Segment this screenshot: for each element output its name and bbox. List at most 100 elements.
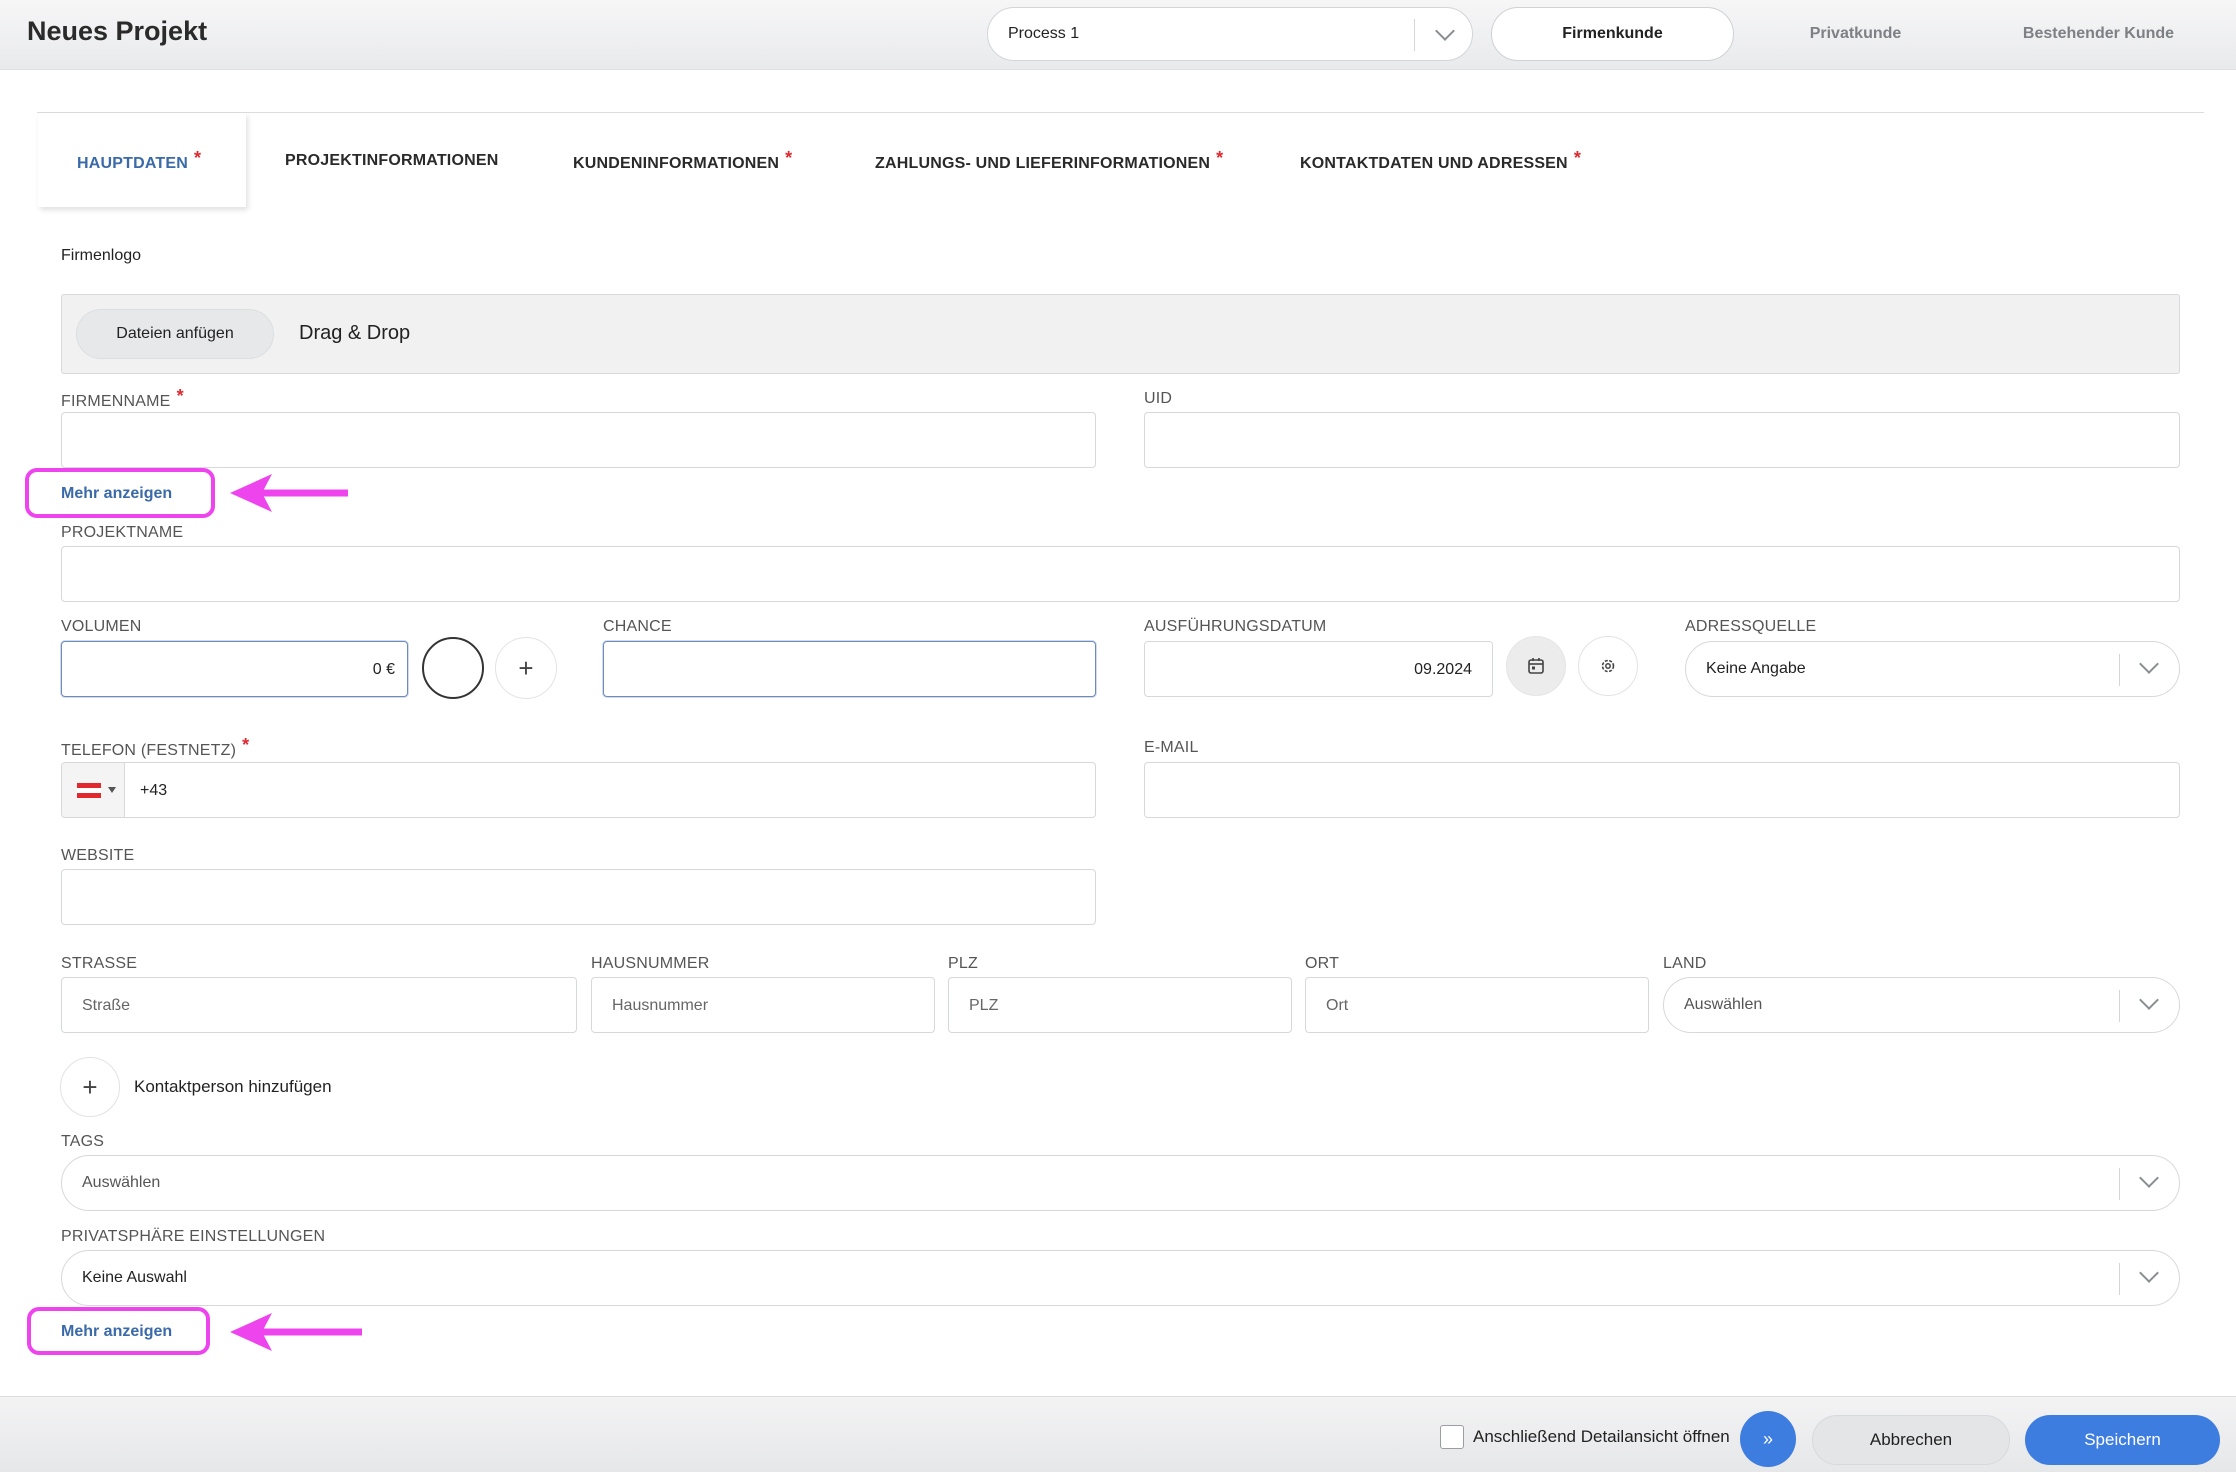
tab-kontaktdaten-adressen[interactable]: KONTAKTDATEN UND ADRESSEN * [1300, 148, 1581, 173]
strasse-input[interactable]: Straße [61, 977, 577, 1033]
hausnummer-label: HAUSNUMMER [591, 955, 710, 972]
telefon-prefix: +43 [140, 782, 168, 799]
datum-value: 09.2024 [1414, 661, 1472, 678]
volumen-input[interactable]: 0 € [61, 641, 408, 697]
email-label: E-MAIL [1144, 739, 1199, 756]
volumen-value: 0 € [372, 661, 395, 678]
label-text: FIRMENNAME [61, 393, 171, 410]
adressquelle-label: ADRESSQUELLE [1685, 618, 1817, 635]
segment-firmenkunde[interactable]: Firmenkunde [1491, 7, 1734, 61]
divider [37, 112, 2204, 113]
plus-icon: + [518, 653, 534, 683]
ort-label: ORT [1305, 955, 1340, 972]
mehr-anzeigen-link[interactable]: Mehr anzeigen [61, 485, 172, 503]
date-settings-button[interactable] [1578, 636, 1638, 696]
telefon-input[interactable]: +43 [61, 762, 1096, 818]
website-input[interactable] [61, 869, 1096, 925]
firmenname-label: FIRMENNAME * [61, 386, 184, 411]
add-contact-label[interactable]: Kontaktperson hinzufügen [134, 1077, 332, 1097]
mehr-anzeigen-link-2[interactable]: Mehr anzeigen [61, 1323, 172, 1341]
tags-placeholder: Auswählen [82, 1174, 161, 1191]
required-marker: * [785, 148, 793, 168]
placeholder: PLZ [969, 997, 999, 1014]
open-detail-label[interactable]: Anschließend Detailansicht öffnen [1473, 1427, 1730, 1447]
tags-label: TAGS [61, 1133, 105, 1150]
privatsphaere-label: PRIVATSPHÄRE EINSTELLUNGEN [61, 1228, 326, 1245]
volumen-label: VOLUMEN [61, 618, 142, 635]
chevron-down-icon [2139, 1168, 2159, 1188]
required-marker: * [242, 735, 250, 755]
cancel-button[interactable]: Abbrechen [1812, 1415, 2010, 1465]
projektname-label: PROJEKTNAME [61, 524, 184, 541]
select-separator [2119, 990, 2120, 1022]
caret-down-icon [108, 787, 116, 793]
email-input[interactable] [1144, 762, 2180, 818]
adressquelle-value: Keine Angabe [1706, 660, 1806, 677]
privatsphaere-value: Keine Auswahl [82, 1269, 187, 1286]
required-marker: * [194, 148, 202, 168]
open-detail-checkbox[interactable] [1440, 1425, 1464, 1449]
land-select[interactable]: Auswählen [1663, 977, 2180, 1033]
tab-label: HAUPTDATEN [77, 155, 189, 172]
calendar-icon [1528, 658, 1544, 674]
segment-bestehender-kunde[interactable]: Bestehender Kunde [1977, 7, 2220, 61]
strasse-label: STRASSE [61, 955, 138, 972]
double-chevron-right-icon: » [1762, 1428, 1773, 1449]
tab-label: PROJEKTINFORMATIONEN [285, 152, 499, 169]
tags-select[interactable]: Auswählen [61, 1155, 2180, 1211]
tab-hauptdaten[interactable]: HAUPTDATEN * [77, 148, 201, 173]
calendar-button[interactable] [1506, 636, 1566, 696]
tab-label: ZAHLUNGS- UND LIEFERINFORMATIONEN [875, 155, 1211, 172]
select-separator [2119, 654, 2120, 686]
privatsphaere-select[interactable]: Keine Auswahl [61, 1250, 2180, 1306]
arrow-left-icon [230, 1313, 362, 1351]
add-contact-button[interactable]: + [60, 1057, 120, 1117]
ausfuehrungsdatum-input[interactable]: 09.2024 [1144, 641, 1493, 697]
placeholder: Ort [1326, 997, 1349, 1014]
label-text: TELEFON (FESTNETZ) [61, 742, 237, 759]
next-step-button[interactable]: » [1740, 1411, 1796, 1467]
page-title: Neues Projekt [27, 16, 208, 46]
select-separator [2119, 1168, 2120, 1200]
placeholder: Hausnummer [612, 997, 709, 1014]
file-dropzone[interactable]: Dateien anfügen Drag & Drop [61, 294, 2180, 374]
plz-input[interactable]: PLZ [948, 977, 1292, 1033]
process-select[interactable]: Process 1 [987, 7, 1473, 61]
land-label: LAND [1663, 955, 1707, 972]
flag-stripe [77, 793, 101, 798]
save-button[interactable]: Speichern [2025, 1415, 2220, 1465]
uid-input[interactable] [1144, 412, 2180, 468]
color-circle-button[interactable] [422, 637, 484, 699]
projektname-input[interactable] [61, 546, 2180, 602]
process-select-value: Process 1 [1008, 25, 1080, 42]
chevron-down-icon [2139, 1263, 2159, 1283]
select-separator [2119, 1263, 2120, 1295]
land-placeholder: Auswählen [1684, 996, 1763, 1013]
add-button[interactable]: + [495, 637, 557, 699]
app-header: Neues Projekt Process 1 Firmenkunde Priv… [0, 0, 2236, 70]
plus-icon: + [82, 1072, 98, 1102]
footer-bar: Anschließend Detailansicht öffnen » Abbr… [0, 1396, 2236, 1472]
chevron-down-icon [1435, 21, 1455, 41]
attach-files-button[interactable]: Dateien anfügen [76, 309, 274, 359]
adressquelle-select[interactable]: Keine Angabe [1685, 641, 2180, 697]
ort-input[interactable]: Ort [1305, 977, 1649, 1033]
plz-label: PLZ [948, 955, 978, 972]
required-marker: * [176, 386, 184, 406]
required-marker: * [1216, 148, 1224, 168]
select-separator [1414, 19, 1415, 51]
country-flag-dropdown[interactable] [62, 763, 125, 817]
hausnummer-input[interactable]: Hausnummer [591, 977, 935, 1033]
segment-privatkunde[interactable]: Privatkunde [1734, 7, 1977, 61]
tab-projektinformationen[interactable]: PROJEKTINFORMATIONEN [285, 152, 498, 170]
chance-input[interactable] [603, 641, 1096, 697]
tab-kundeninformationen[interactable]: KUNDENINFORMATIONEN * [573, 148, 792, 173]
ausfuehrungsdatum-label: AUSFÜHRUNGSDATUM [1144, 618, 1327, 635]
drag-drop-text: Drag & Drop [299, 322, 411, 344]
tab-label: KUNDENINFORMATIONEN [573, 155, 780, 172]
firmenname-input[interactable] [61, 412, 1096, 468]
chevron-down-icon [2139, 990, 2159, 1010]
telefon-label: TELEFON (FESTNETZ) * [61, 735, 249, 760]
tab-zahlungs-lieferinformationen[interactable]: ZAHLUNGS- UND LIEFERINFORMATIONEN * [875, 148, 1223, 173]
tab-label: KONTAKTDATEN UND ADRESSEN [1300, 155, 1568, 172]
